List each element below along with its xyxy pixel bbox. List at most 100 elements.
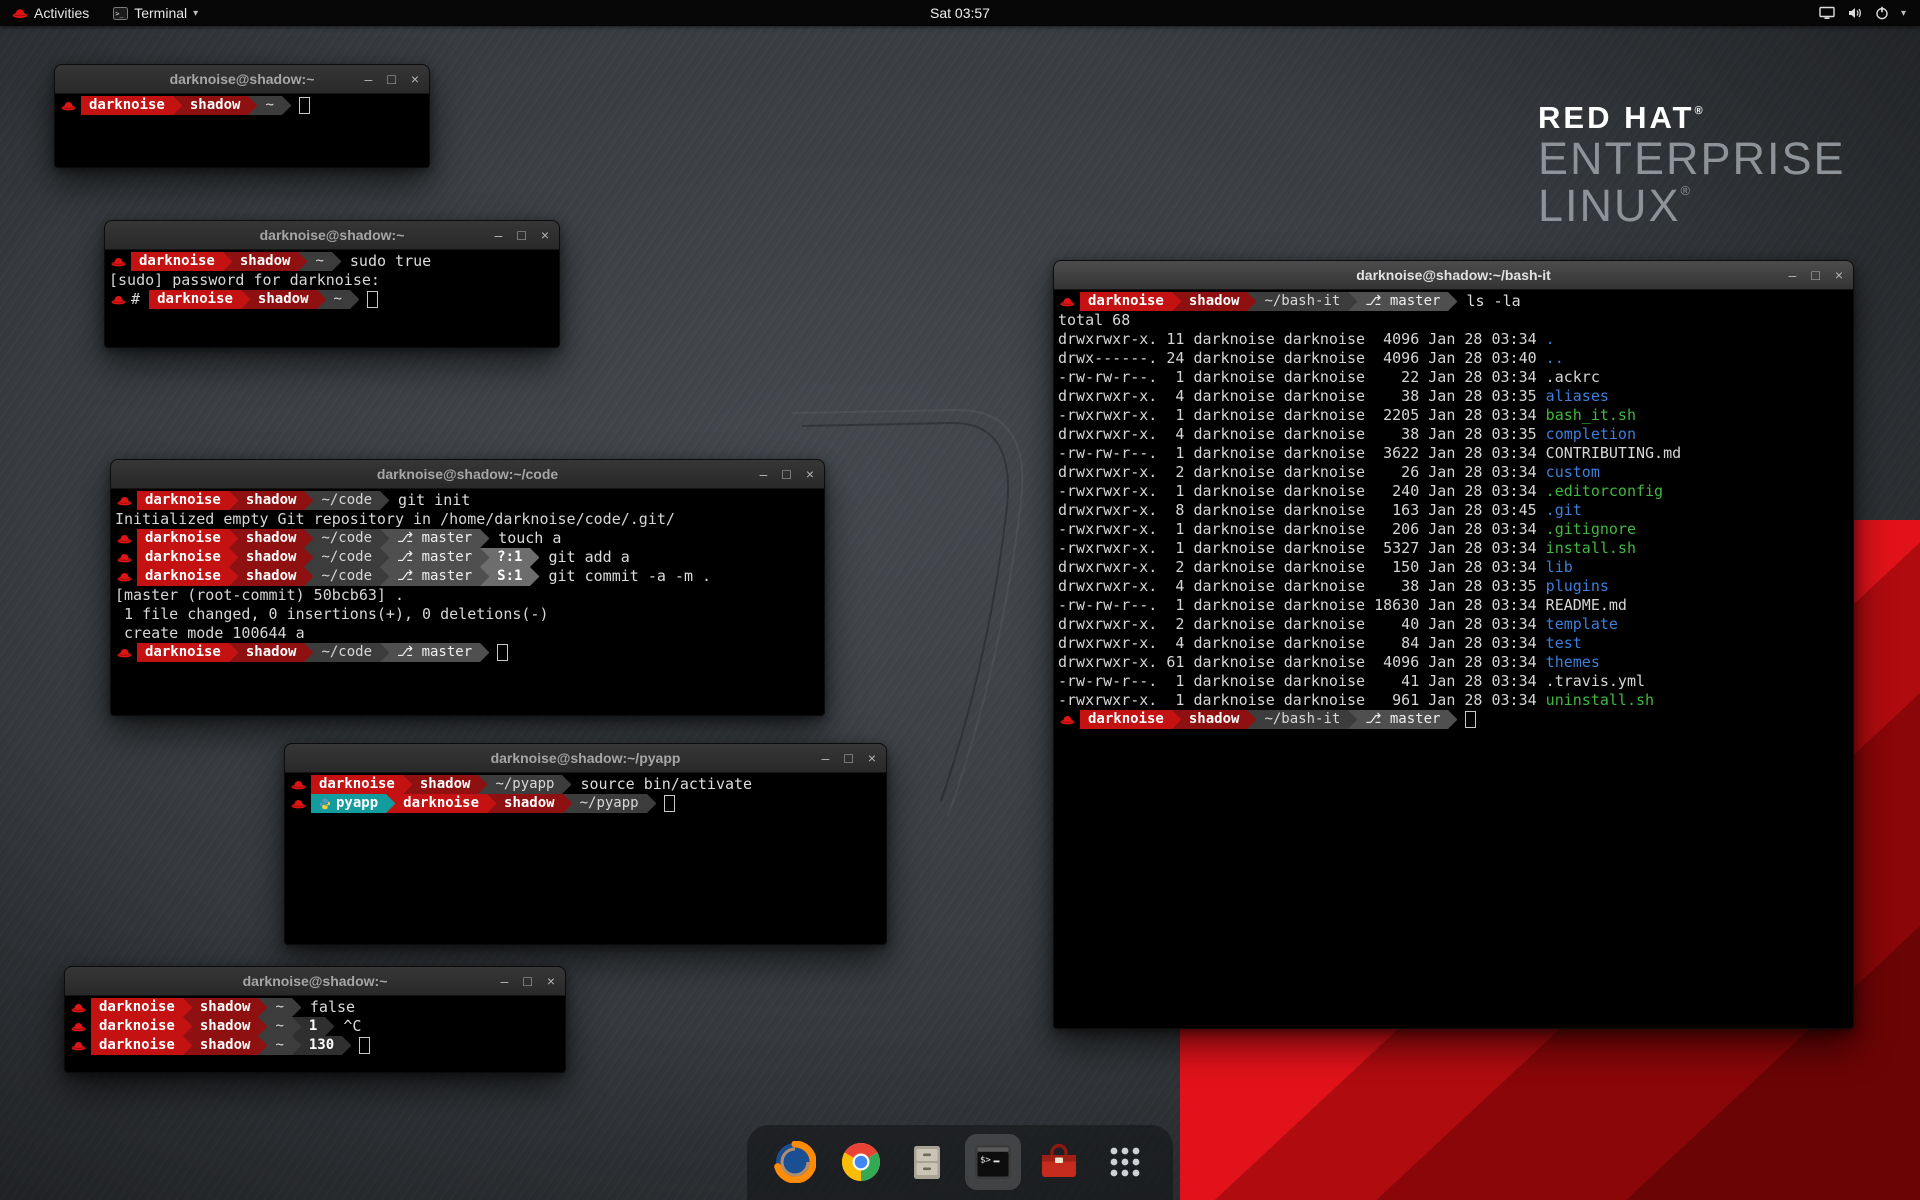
prompt-segment-user: darknoise: [91, 1036, 183, 1055]
maximize-button[interactable]: □: [1811, 268, 1819, 282]
terminal-cursor: [359, 1037, 370, 1054]
prompt-segment-path: ~/code: [313, 491, 380, 510]
powerline-separator-icon: [380, 529, 389, 548]
dock-item-terminal[interactable]: $>: [965, 1134, 1021, 1190]
terminal-window-home-2: darknoise@shadow:~–□×darknoiseshadow~ su…: [104, 220, 560, 348]
powerline-separator-icon: [1247, 292, 1256, 311]
powerline-separator-icon: [480, 643, 489, 662]
window-title: darknoise@shadow:~: [243, 973, 388, 989]
ls-entry-meta: drwxrwxr-x. 11 darknoise darknoise 4096 …: [1058, 330, 1546, 349]
terminal-body[interactable]: darknoiseshadow~ sudo true[sudo] passwor…: [106, 250, 558, 346]
terminal-body[interactable]: darknoiseshadow~/pyapp source bin/activa…: [286, 773, 885, 943]
terminal-line: darknoiseshadow~/code⎇ master touch a: [115, 529, 820, 548]
prompt-segment-host: shadow: [238, 529, 305, 548]
close-button[interactable]: ×: [806, 467, 814, 481]
activities-button[interactable]: Activities: [0, 0, 101, 26]
terminal-line: drwx------. 24 darknoise darknoise 4096 …: [1058, 349, 1849, 368]
prompt-segment-user: darknoise: [137, 643, 229, 662]
prompt-segment-path: ~/code: [313, 567, 380, 586]
powerline-separator-icon: [350, 290, 359, 309]
prompt-segment-path: ~: [307, 252, 331, 271]
command-text: git add a: [539, 548, 629, 567]
prompt-segment-user: darknoise: [131, 252, 223, 271]
powerline-separator-icon: [380, 491, 389, 510]
prompt-segment-user: darknoise: [137, 567, 229, 586]
terminal-body[interactable]: darknoiseshadow~/code git initInitialize…: [112, 489, 823, 714]
prompt-segment-user: darknoise: [137, 491, 229, 510]
window-titlebar[interactable]: darknoise@shadow:~ –□ ×: [55, 65, 429, 94]
prompt-segment-path: ~: [267, 998, 291, 1017]
redhat-prompt-icon: [71, 1041, 86, 1051]
window-titlebar[interactable]: darknoise@shadow:~/bash-it –□ ×: [1054, 261, 1853, 290]
dock-item-chrome[interactable]: [833, 1134, 889, 1190]
powerline-separator-icon: [282, 96, 291, 115]
prompt-segment-host: shadow: [192, 1017, 259, 1036]
dock-item-apps[interactable]: [1097, 1134, 1153, 1190]
close-button[interactable]: ×: [547, 974, 555, 988]
dock-item-firefox[interactable]: [767, 1134, 823, 1190]
minimize-button[interactable]: –: [760, 467, 768, 481]
prompt-segment-user: darknoise: [1080, 292, 1172, 311]
close-button[interactable]: ×: [541, 228, 549, 242]
close-button[interactable]: ×: [411, 72, 419, 86]
terminal-line: darknoiseshadow~ sudo true: [109, 252, 555, 271]
minimize-button[interactable]: –: [1789, 268, 1797, 282]
window-title: darknoise@shadow:~: [170, 71, 315, 87]
prompt-segment-user: darknoise: [81, 96, 173, 115]
ls-entry-meta: drwxrwxr-x. 4 darknoise darknoise 38 Jan…: [1058, 577, 1546, 596]
powerline-separator-icon: [183, 1017, 192, 1036]
window-titlebar[interactable]: darknoise@shadow:~/pyapp –□ ×: [285, 744, 886, 773]
powerline-separator-icon: [1172, 710, 1181, 729]
close-button[interactable]: ×: [1835, 268, 1843, 282]
maximize-button[interactable]: □: [844, 751, 852, 765]
powerline-separator-icon: [480, 567, 489, 586]
window-titlebar[interactable]: darknoise@shadow:~–□×: [105, 221, 559, 250]
maximize-button[interactable]: □: [387, 72, 395, 86]
dock-item-files[interactable]: [899, 1134, 955, 1190]
terminal-line: drwxrwxr-x. 4 darknoise darknoise 84 Jan…: [1058, 634, 1849, 653]
window-title: darknoise@shadow:~/bash-it: [1356, 267, 1551, 283]
terminal-body[interactable]: darknoiseshadow~ falsedarknoiseshadow~1 …: [66, 996, 564, 1071]
system-status-area[interactable]: ▾: [1805, 0, 1920, 26]
powerline-separator-icon: [342, 1036, 351, 1055]
maximize-button[interactable]: □: [782, 467, 790, 481]
clock[interactable]: Sat 03:57: [930, 5, 990, 21]
app-menu-terminal[interactable]: >_ Terminal ▾: [101, 0, 210, 26]
file-name: .editorconfig: [1546, 482, 1663, 501]
gnome-top-bar: Activities >_ Terminal ▾ Sat 03:57 ▾: [0, 0, 1920, 26]
window-title: darknoise@shadow:~/pyapp: [491, 750, 681, 766]
terminal-body[interactable]: darknoiseshadow~/bash-it⎇ master ls -lat…: [1055, 290, 1852, 1027]
prompt-segment-path: ~/bash-it: [1256, 710, 1348, 729]
ls-entry-meta: -rwxrwxr-x. 1 darknoise darknoise 961 Ja…: [1058, 691, 1546, 710]
window-titlebar[interactable]: darknoise@shadow:~/code–□×: [111, 460, 824, 489]
minimize-button[interactable]: –: [365, 72, 373, 86]
minimize-button[interactable]: –: [822, 751, 830, 765]
terminal-body[interactable]: darknoiseshadow~: [56, 94, 428, 166]
redhat-prompt-icon: [117, 553, 132, 563]
close-button[interactable]: ×: [868, 751, 876, 765]
powerline-separator-icon: [1448, 292, 1457, 311]
powerline-separator-icon: [229, 643, 238, 662]
ls-entry-meta: drwxrwxr-x. 4 darknoise darknoise 38 Jan…: [1058, 425, 1546, 444]
minimize-button[interactable]: –: [501, 974, 509, 988]
app-menu-label: Terminal: [134, 5, 187, 21]
maximize-button[interactable]: □: [517, 228, 525, 242]
powerline-separator-icon: [229, 548, 238, 567]
redhat-prompt-icon: [117, 534, 132, 544]
redhat-prompt-icon: [117, 496, 132, 506]
window-titlebar[interactable]: darknoise@shadow:~ –□ ×: [65, 967, 565, 996]
dock-item-toolbox[interactable]: [1031, 1134, 1087, 1190]
redhat-prompt-icon: [111, 295, 126, 305]
terminal-line: drwxrwxr-x. 2 darknoise darknoise 150 Ja…: [1058, 558, 1849, 577]
file-name: .git: [1546, 501, 1582, 520]
chevron-down-icon: ▾: [1901, 8, 1906, 19]
ls-entry-meta: -rw-rw-r--. 1 darknoise darknoise 3622 J…: [1058, 444, 1546, 463]
terminal-line: drwxrwxr-x. 4 darknoise darknoise 38 Jan…: [1058, 387, 1849, 406]
powerline-separator-icon: [480, 529, 489, 548]
file-name: .ackrc: [1546, 368, 1600, 387]
powerline-separator-icon: [241, 290, 250, 309]
terminal-line: total 68: [1058, 311, 1849, 330]
maximize-button[interactable]: □: [523, 974, 531, 988]
minimize-button[interactable]: –: [495, 228, 503, 242]
powerline-separator-icon: [223, 252, 232, 271]
